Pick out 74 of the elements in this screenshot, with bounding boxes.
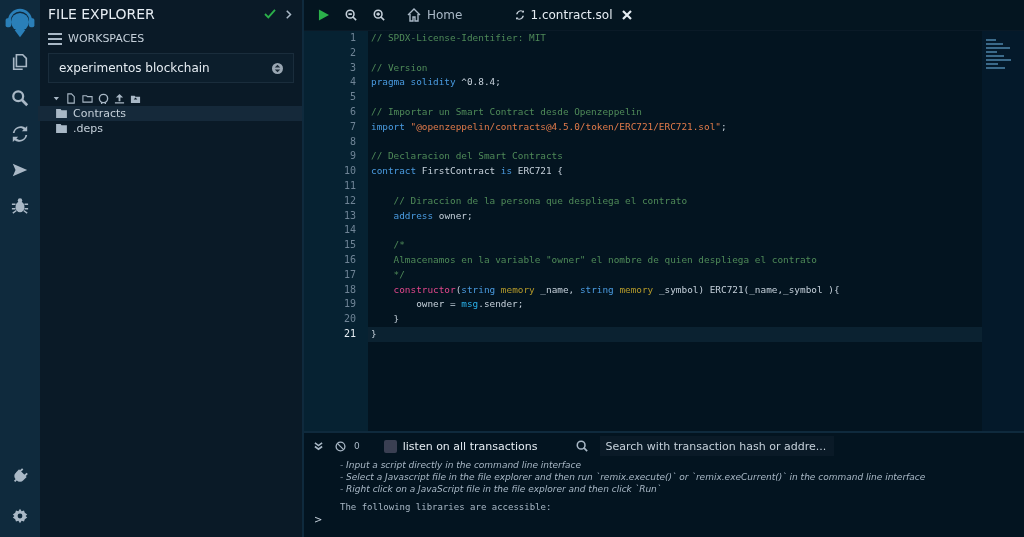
- line-number: 20: [342, 312, 356, 327]
- code-line: }: [371, 327, 377, 339]
- line-number: 3: [348, 60, 356, 75]
- line-number: 14: [342, 223, 356, 238]
- line-number: 13: [342, 208, 356, 223]
- close-icon[interactable]: [622, 10, 633, 20]
- folder-icon: [56, 124, 67, 133]
- line-number: 15: [342, 238, 356, 253]
- terminal-prompt[interactable]: >: [304, 513, 1024, 526]
- code-line: */: [392, 268, 405, 280]
- folder-upload-icon[interactable]: [130, 93, 141, 104]
- line-number: 1: [348, 31, 356, 45]
- up-down-arrows-icon: [272, 62, 283, 74]
- workspace-dropdown[interactable]: experimentos blockchain: [48, 53, 294, 83]
- home-icon: [407, 8, 421, 22]
- search-icon[interactable]: [9, 87, 31, 109]
- code-line: // SPDX-License-Identifier: MIT: [371, 32, 546, 43]
- menu-icon[interactable]: [48, 32, 62, 45]
- code-line: constructor(string memory _name, string memory _symbol) ERC721(_name,_symbol ){: [392, 283, 840, 295]
- code-line: owner = msg.sender;: [415, 298, 524, 310]
- clear-icon[interactable]: [335, 440, 346, 452]
- zoom-in-icon[interactable]: [373, 9, 385, 21]
- code-line: // Importar un Smart Contract desde Openzeppelin: [371, 106, 642, 117]
- code-line: address owner;: [392, 209, 473, 221]
- pending-count: 0: [354, 441, 360, 451]
- line-number: 16: [342, 252, 356, 267]
- folder-icon: [56, 109, 67, 118]
- line-number: 21: [342, 326, 356, 341]
- code-line: // Diraccion de la persona que despliega el contrato: [392, 194, 688, 206]
- checkmark-icon: [264, 9, 276, 19]
- code-line: /*: [392, 239, 405, 251]
- line-number: 7: [348, 119, 356, 134]
- code-line: Almacenamos en la variable "owner" el nombre de quien despliega el contrato: [392, 253, 817, 265]
- code-line: // Declaracion del Smart Contracts: [371, 150, 563, 162]
- new-file-icon[interactable]: [66, 93, 77, 104]
- line-number: 17: [342, 267, 356, 282]
- line-number: 5: [348, 90, 356, 105]
- editor-tab[interactable]: 1.contract.sol: [510, 0, 639, 30]
- line-number: 2: [348, 45, 356, 60]
- line-number: 9: [348, 149, 356, 164]
- listen-checkbox[interactable]: [383, 439, 397, 453]
- code-line: contract FirstContract is ERC721 {: [371, 165, 563, 177]
- new-folder-icon[interactable]: [82, 93, 93, 104]
- line-number: 8: [348, 134, 356, 149]
- caret-down-icon[interactable]: [53, 94, 61, 103]
- search-icon: [575, 440, 588, 452]
- panel-title: FILE EXPLORER: [48, 6, 156, 22]
- line-number: 10: [342, 164, 356, 179]
- line-number: 4: [348, 75, 356, 90]
- line-number: 6: [348, 105, 356, 119]
- code-line: // Version: [371, 61, 428, 73]
- workspaces-label: WORKSPACES: [68, 32, 145, 45]
- line-number: 12: [342, 193, 356, 208]
- code-line: import "@openzeppelin/contracts@4.5.0/token/ERC721/ERC721.sol";: [371, 120, 727, 132]
- transaction-search-field[interactable]: Search with transaction hash or addre...: [599, 436, 834, 456]
- upload-icon[interactable]: [114, 93, 125, 104]
- run-icon[interactable]: [318, 9, 329, 21]
- code-line: pragma solidity ^0.8.4;: [371, 76, 501, 88]
- line-number: 11: [342, 178, 356, 193]
- chevron-right-icon[interactable]: [286, 9, 292, 19]
- terminal-output-line: The following libraries are accessible:: [340, 501, 553, 513]
- editor-tab[interactable]: Home: [401, 0, 469, 30]
- sync-arrows-icon: [516, 9, 525, 21]
- tree-item[interactable]: Contracts: [38, 106, 302, 121]
- terminal-output-line: - Right click on a JavaScript file in the file explorer and then click `Run`: [340, 483, 663, 495]
- double-chevron-down-icon[interactable]: [314, 441, 323, 451]
- code-line: }: [392, 313, 400, 325]
- terminal-output-line: - Select a Javascript file in the file explorer and then run `remix.execute()` or `remix.exeCurrent()` in the command line interface: [340, 471, 927, 483]
- line-number: 19: [342, 297, 356, 312]
- listen-label: listen on all transactions: [402, 439, 538, 453]
- terminal-output-line: - Input a script directly in the command line interface: [340, 459, 582, 471]
- tree-item[interactable]: .deps: [38, 121, 302, 136]
- zoom-out-icon[interactable]: [345, 9, 357, 21]
- line-number: 18: [342, 282, 356, 297]
